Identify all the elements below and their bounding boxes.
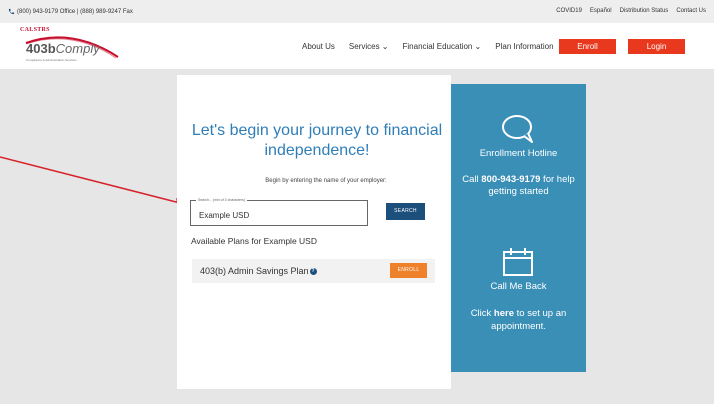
calendar-icon	[503, 248, 533, 276]
enroll-button[interactable]: Enroll	[559, 39, 616, 54]
utility-bar: (800) 943-9179 Office | (888) 989-9247 F…	[0, 0, 714, 23]
info-icon[interactable]: ?	[309, 268, 317, 275]
main-nav: About Us Services ⌄ Financial Education …	[302, 42, 554, 51]
plan-name: 403(b) Admin Savings Plan?	[200, 266, 317, 276]
site-logo[interactable]: CALSTRS 403bComply Compliance & Administ…	[20, 27, 130, 65]
plan-row: 403(b) Admin Savings Plan? ENROLL	[192, 259, 435, 283]
hotline-text: Call 800-943-9179 for help getting start…	[462, 174, 575, 197]
nav-plan-information[interactable]: Plan Information	[495, 42, 553, 51]
callback-here-link[interactable]: here	[494, 308, 514, 319]
logo-tagline: Compliance & Administration Services	[26, 58, 77, 62]
search-card: Let's begin your journey to financial in…	[177, 75, 451, 389]
hotline-phone[interactable]: 800-943-9179	[481, 174, 540, 185]
chat-bubble-icon	[502, 115, 533, 143]
employer-search-field[interactable]: Search... (min of 3 characters)	[190, 198, 368, 226]
available-plans-title: Available Plans for Example USD	[191, 236, 317, 246]
login-button[interactable]: Login	[628, 39, 685, 54]
search-label: Search... (min of 3 characters)	[196, 198, 248, 202]
phone-icon	[8, 8, 15, 15]
annotation-arrow-icon	[0, 156, 188, 208]
link-espanol[interactable]: Español	[590, 8, 612, 14]
help-panel: Enrollment Hotline Call 800-943-9179 for…	[451, 84, 586, 372]
contact-info: (800) 943-9179 Office | (888) 989-9247 F…	[8, 8, 133, 15]
link-covid19[interactable]: COVID19	[556, 8, 582, 14]
nav-about-us[interactable]: About Us	[302, 42, 335, 51]
link-distribution-status[interactable]: Distribution Status	[620, 8, 669, 14]
search-instructions: Begin by entering the name of your emplo…	[265, 178, 387, 184]
callback-text: Click here to set up an appointment.	[470, 308, 567, 332]
contact-text: (800) 943-9179 Office | (888) 989-9247 F…	[17, 8, 133, 15]
logo-brand: 403bComply	[26, 41, 100, 56]
hotline-title: Enrollment Hotline	[479, 148, 558, 159]
nav-financial-education[interactable]: Financial Education ⌄	[403, 42, 482, 51]
site-header: CALSTRS 403bComply Compliance & Administ…	[0, 23, 714, 69]
link-contact-us[interactable]: Contact Us	[676, 8, 706, 14]
page-title: Let's begin your journey to financial in…	[191, 122, 443, 159]
utility-links: COVID19 Español Distribution Status Cont…	[556, 8, 706, 14]
search-button[interactable]: SEARCH	[386, 203, 425, 220]
plan-enroll-button[interactable]: ENROLL	[390, 263, 427, 278]
nav-services[interactable]: Services ⌄	[349, 42, 389, 51]
employer-search-input[interactable]	[199, 209, 363, 221]
callback-title: Call Me Back	[490, 281, 547, 292]
